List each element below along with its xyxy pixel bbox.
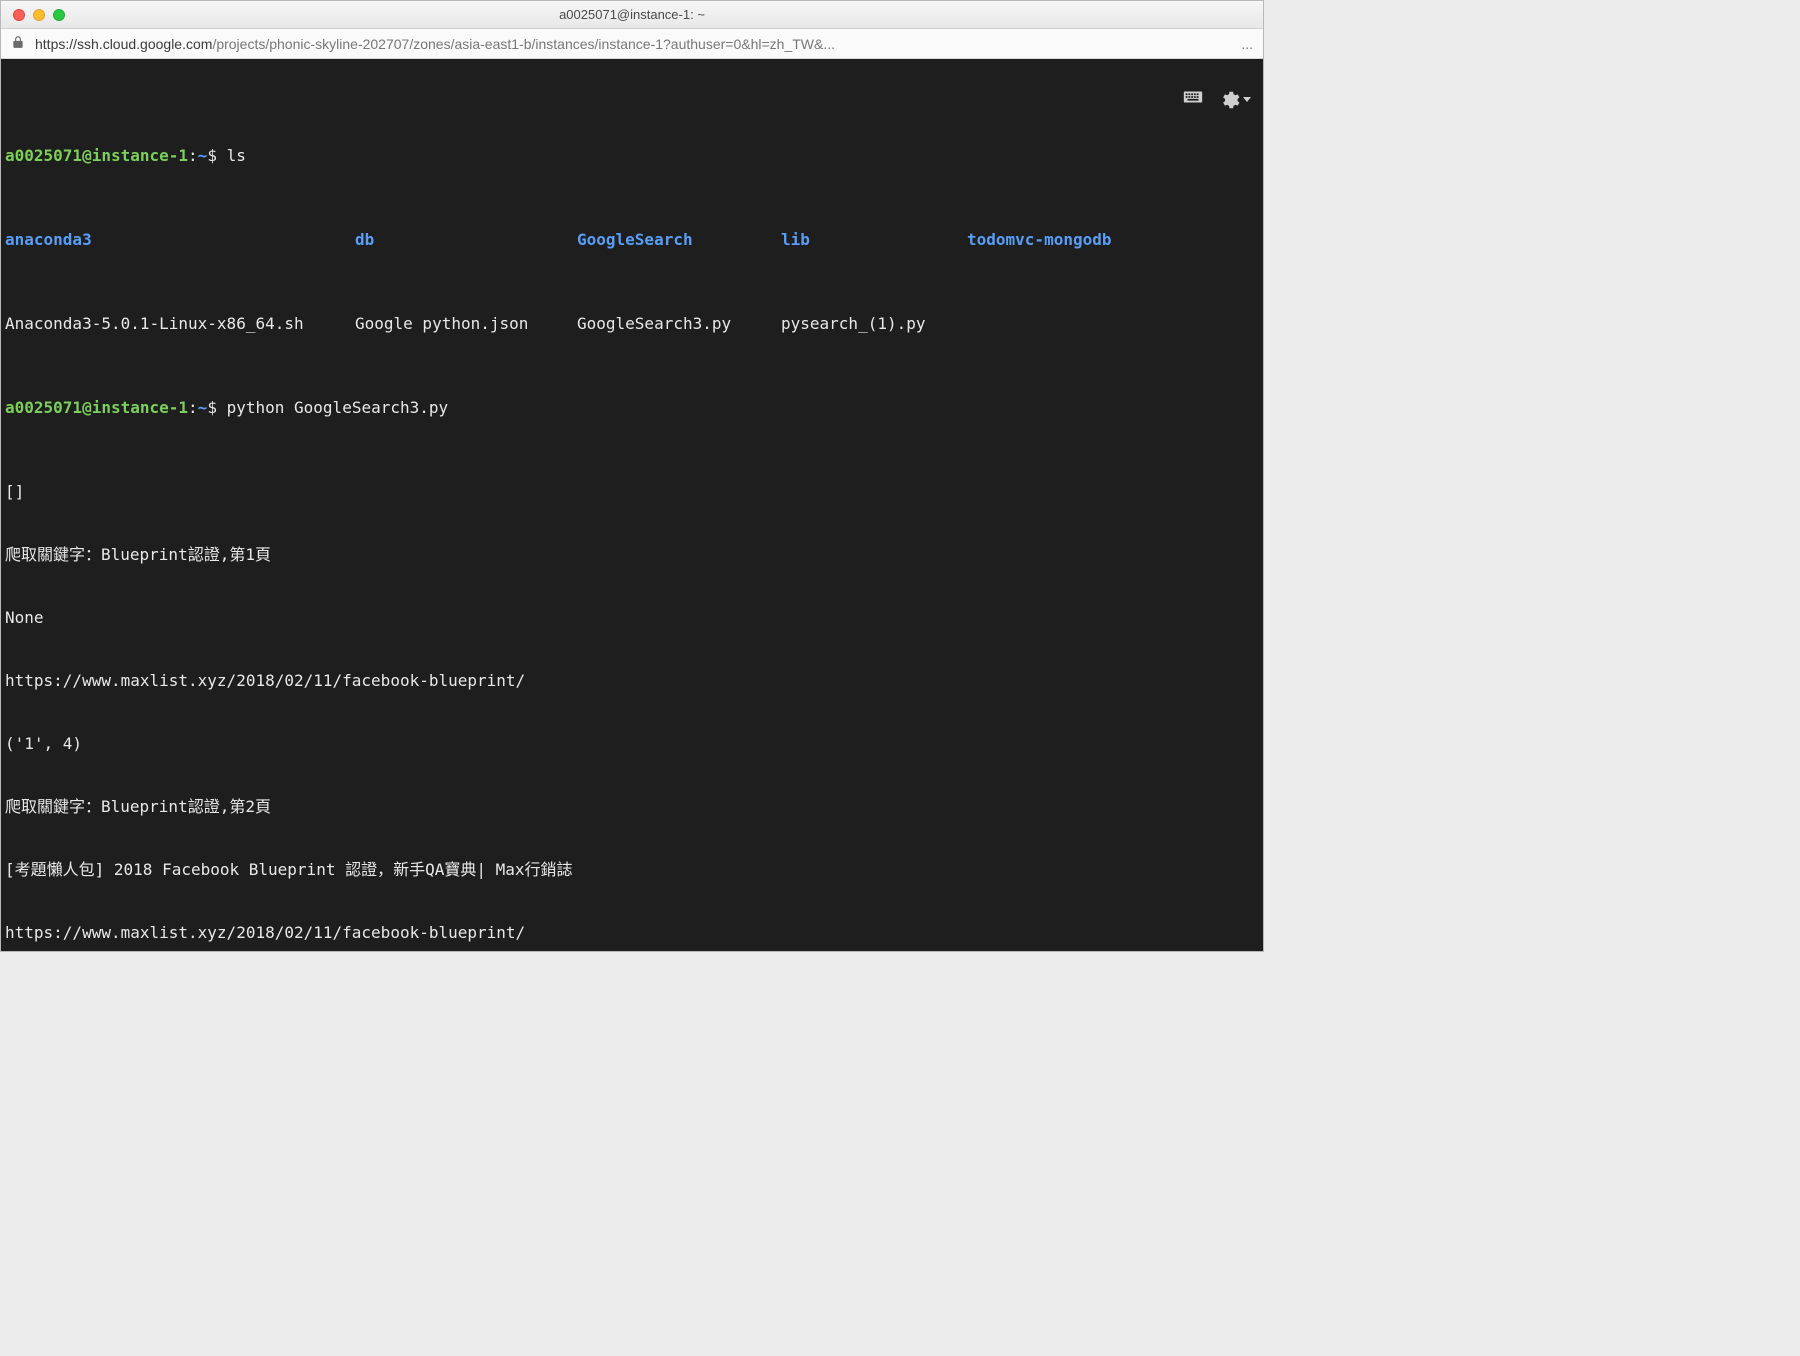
file-anaconda-sh: Anaconda3-5.0.1-Linux-x86_64.sh	[5, 313, 355, 334]
dir-todomvc: todomvc-mongodb	[967, 229, 1112, 250]
command-ls: ls	[227, 146, 246, 165]
window-controls	[1, 9, 65, 21]
window-title: a0025071@instance-1: ~	[1, 7, 1263, 22]
output-line: 爬取關鍵字：Blueprint認證,第2頁	[5, 796, 1259, 817]
ls-output-row-1: anaconda3dbGoogleSearchlibtodomvc-mongod…	[5, 229, 1259, 250]
ls-output-row-2: Anaconda3-5.0.1-Linux-x86_64.shGoogle py…	[5, 313, 1259, 334]
dir-db: db	[355, 229, 577, 250]
output-line: https://www.maxlist.xyz/2018/02/11/faceb…	[5, 922, 1259, 943]
url-bar[interactable]: https://ssh.cloud.google.com/projects/ph…	[1, 29, 1263, 59]
dir-lib: lib	[781, 229, 967, 250]
chevron-down-icon	[1243, 97, 1251, 102]
zoom-button[interactable]	[53, 9, 65, 21]
output-line: ('1', 4)	[5, 733, 1259, 754]
prompt-line-1: a0025071@instance-1:~$ ls	[5, 145, 1259, 166]
dir-googlesearch: GoogleSearch	[577, 229, 781, 250]
command-python: python GoogleSearch3.py	[227, 398, 449, 417]
file-googlesearch3: GoogleSearch3.py	[577, 313, 781, 334]
gear-icon	[1218, 89, 1240, 111]
url-host: https://ssh.cloud.google.com	[35, 36, 212, 52]
url-path: /projects/phonic-skyline-202707/zones/as…	[212, 36, 835, 52]
output-line: []	[5, 481, 1259, 502]
minimize-button[interactable]	[33, 9, 45, 21]
settings-menu[interactable]	[1218, 89, 1251, 111]
terminal[interactable]: a0025071@instance-1:~$ ls anaconda3dbGoo…	[1, 59, 1263, 951]
lock-icon	[11, 35, 25, 52]
output-line: https://www.maxlist.xyz/2018/02/11/faceb…	[5, 670, 1259, 691]
terminal-toolbar	[1105, 65, 1251, 134]
file-google-json: Google python.json	[355, 313, 577, 334]
close-button[interactable]	[13, 9, 25, 21]
output-line: [考題懶人包] 2018 Facebook Blueprint 認證，新手QA寶…	[5, 859, 1259, 880]
file-pysearch: pysearch_(1).py	[781, 313, 967, 334]
app-window: a0025071@instance-1: ~ https://ssh.cloud…	[0, 0, 1264, 952]
titlebar: a0025071@instance-1: ~	[1, 1, 1263, 29]
url-text: https://ssh.cloud.google.com/projects/ph…	[35, 36, 1231, 52]
output-line: None	[5, 607, 1259, 628]
keyboard-icon[interactable]	[1105, 65, 1204, 134]
url-more-icon[interactable]: ...	[1241, 36, 1253, 52]
prompt-line-2: a0025071@instance-1:~$ python GoogleSear…	[5, 397, 1259, 418]
dir-anaconda3: anaconda3	[5, 229, 355, 250]
output-line: 爬取關鍵字：Blueprint認證,第1頁	[5, 544, 1259, 565]
